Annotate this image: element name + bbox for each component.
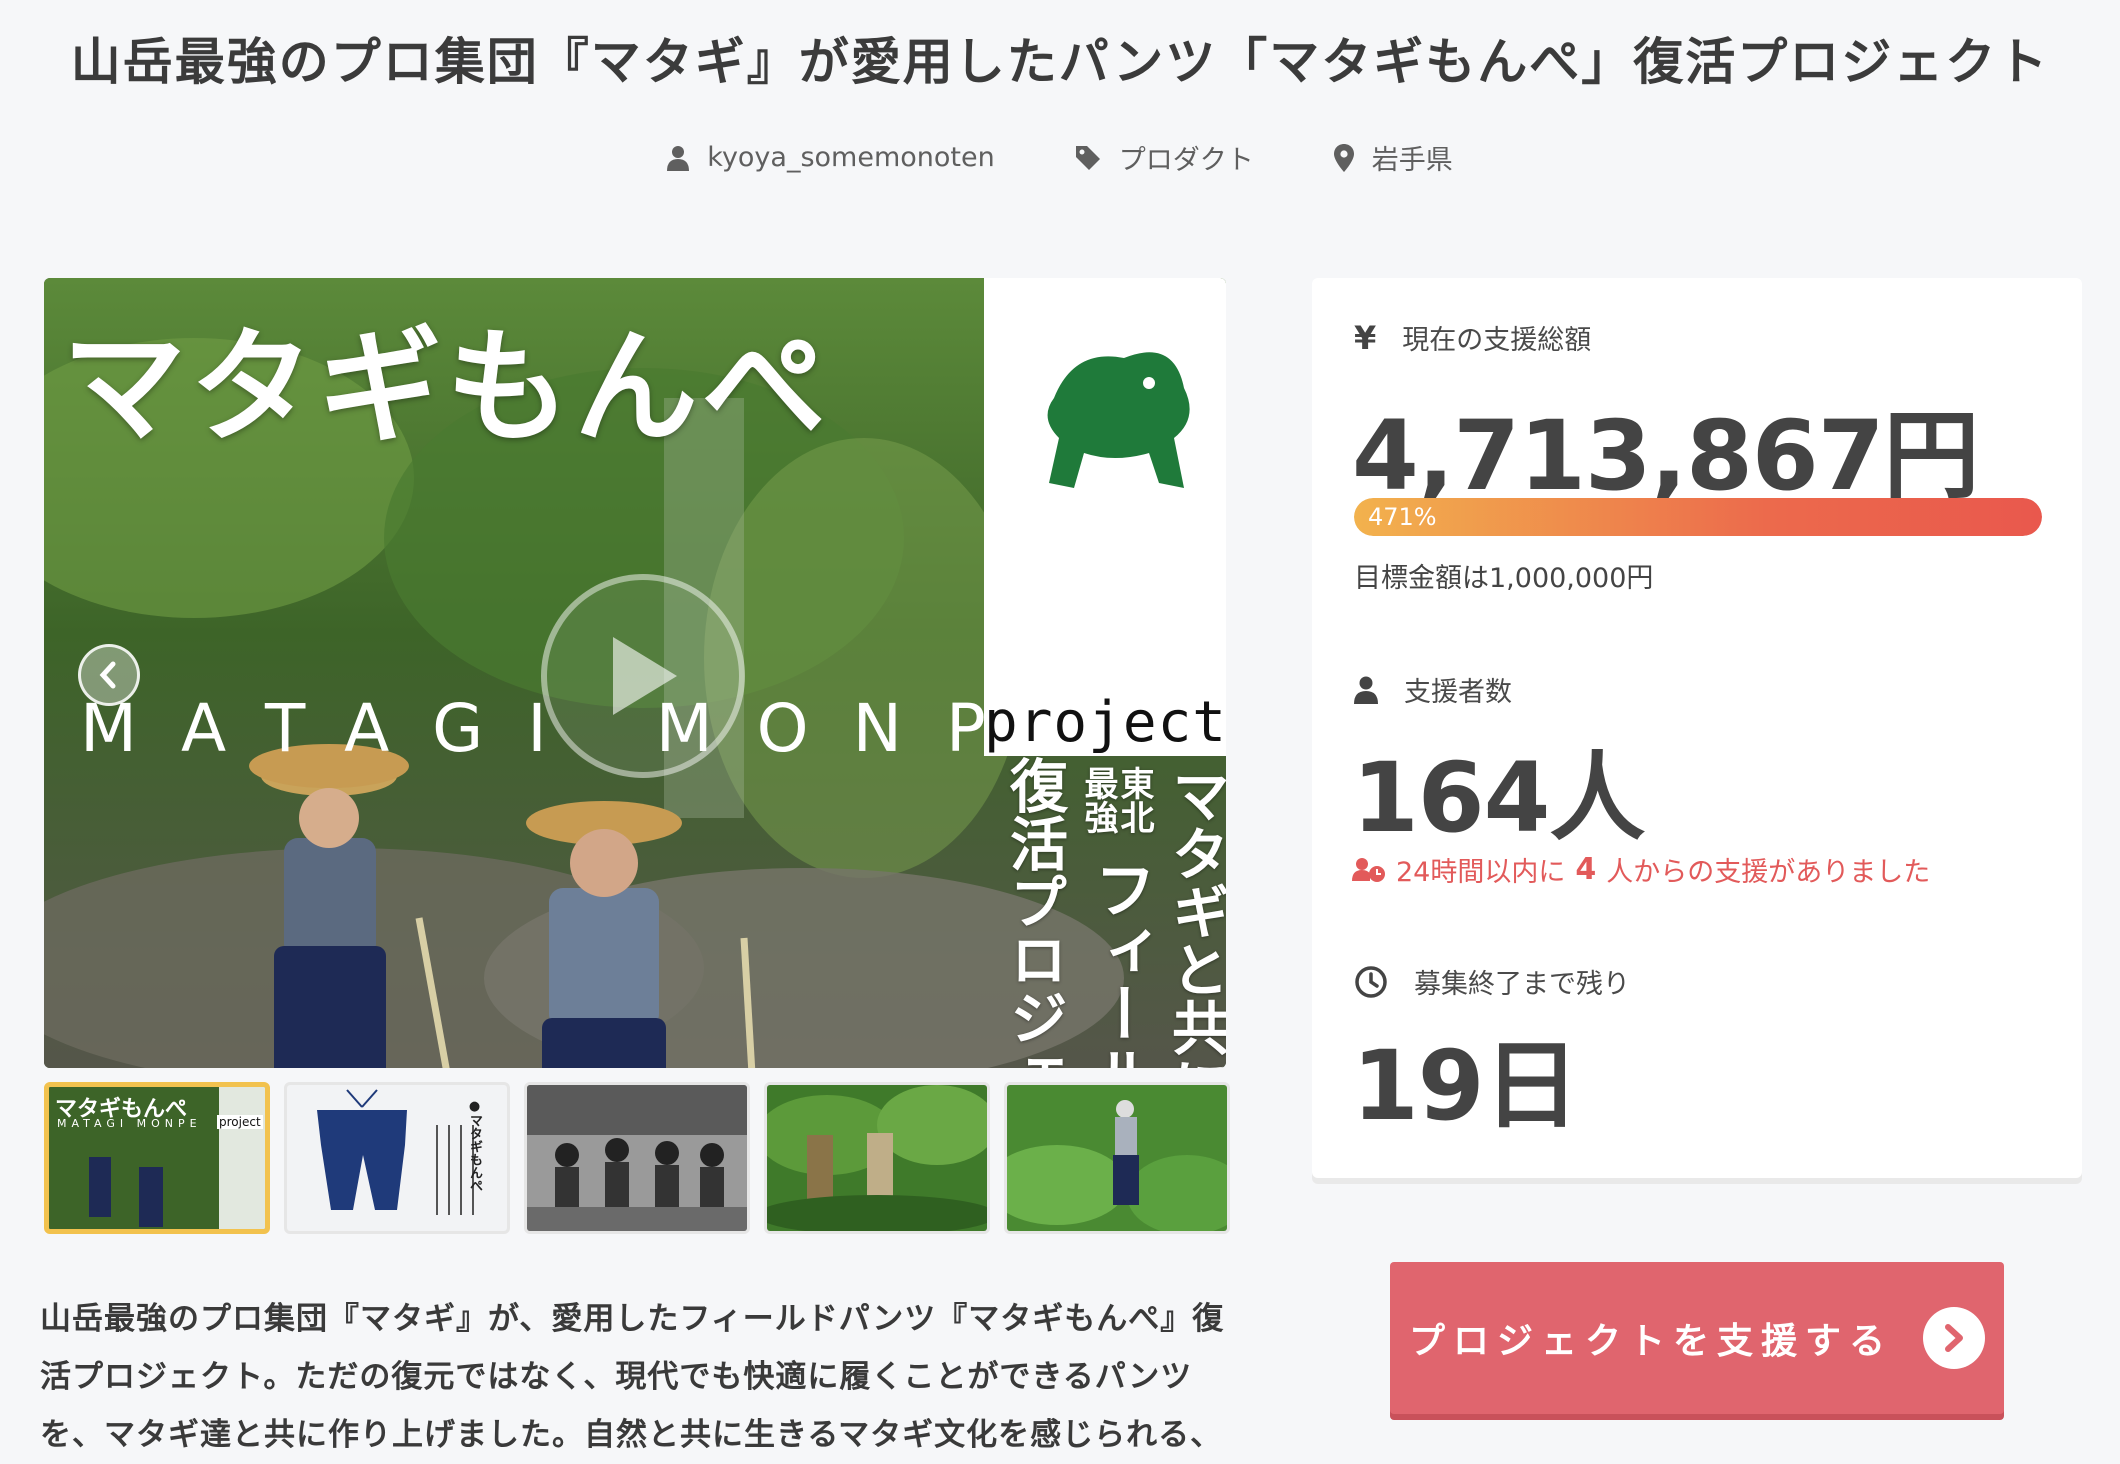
clock-icon — [1355, 965, 1387, 998]
user-clock-icon — [1352, 857, 1385, 882]
hero-vertical-c: 復活プロジェクト — [1000, 756, 1068, 1068]
hero-title: マタギもんぺ — [62, 315, 831, 460]
thumbnail-4-image — [767, 1085, 987, 1231]
support-project-button[interactable]: プロジェクトを支援する — [1390, 1262, 2004, 1414]
project-description: 山岳最強のプロ集団『マタギ』が、愛用したフィールドパンツ『マタギもんぺ』復活プロ… — [40, 1301, 1225, 1453]
remaining-label: 募集終了まで残り — [1414, 969, 1630, 1000]
stats-panel: ¥ 現在の支援総額 4,713,867円 471% 目標金額は1,000,000… — [1312, 278, 2082, 1178]
amount-label-row: ¥ 現在の支援総額 — [1354, 318, 1591, 357]
thumbnail-1-project: project — [217, 1115, 263, 1129]
project-meta: kyoya_somemonoten プロダクト 岩手県 — [0, 138, 2120, 177]
user-icon — [667, 145, 690, 171]
chevron-right-icon — [1158, 661, 1175, 689]
remaining-label-row: 募集終了まで残り — [1354, 962, 1630, 1001]
backers-label-row: 支援者数 — [1354, 670, 1512, 709]
thumbnail-3-image — [527, 1085, 747, 1231]
tiger-logo-icon — [1047, 352, 1190, 488]
prev-slide-button[interactable] — [78, 644, 140, 706]
recent-suffix: 人からの支援がありました — [1606, 857, 1931, 888]
user-icon — [1354, 676, 1378, 704]
play-icon — [613, 637, 677, 715]
next-slide-button[interactable] — [1134, 644, 1196, 706]
hero-vertical-b: フィールドパンツ — [1074, 858, 1164, 1068]
amount-label: 現在の支援総額 — [1402, 325, 1592, 356]
hero-project-word: project — [984, 690, 1226, 756]
progress-bar: 471% — [1354, 498, 2042, 536]
meta-category[interactable]: プロダクト — [1075, 138, 1254, 177]
thumbnail-4[interactable] — [764, 1082, 990, 1234]
hero-vertical-small-1: 東北 — [1114, 766, 1154, 834]
thumbnail-1-latin: MATAGI MONPE — [57, 1117, 202, 1130]
thumbnail-5[interactable] — [1004, 1082, 1230, 1234]
chevron-right-icon — [1945, 1324, 1963, 1352]
support-button-label: プロジェクトを支援する — [1408, 1321, 1893, 1362]
thumbnail-strip: マタギもんぺ MATAGI MONPE project ●マタギもんぺ — [44, 1082, 1230, 1234]
meta-location[interactable]: 岩手県 — [1333, 138, 1453, 177]
thumbnail-1[interactable]: マタギもんぺ MATAGI MONPE project — [44, 1082, 270, 1234]
hero-image[interactable]: マタギもんぺ MATAGI MONPE project 復活プロジェクト 最強 … — [44, 278, 1226, 1068]
remaining-value: 19日 — [1352, 1030, 1580, 1142]
thumbnail-2[interactable]: ●マタギもんぺ — [284, 1082, 510, 1234]
goal-amount: 目標金額は1,000,000円 — [1354, 563, 1654, 594]
progress-bar-fill: 471% — [1354, 498, 2042, 536]
amount-value: 4,713,867円 — [1352, 400, 1980, 512]
yen-icon: ¥ — [1354, 318, 1377, 357]
hero-vertical-a: マタギと共に作る — [1162, 766, 1226, 1068]
thumbnail-3[interactable] — [524, 1082, 750, 1234]
chevron-left-icon — [99, 661, 116, 689]
backers-value: 164人 — [1352, 742, 1645, 854]
backers-label: 支援者数 — [1404, 677, 1512, 708]
location-name: 岩手県 — [1371, 145, 1453, 176]
tag-icon — [1075, 145, 1100, 170]
progress-text: 471% — [1368, 503, 1437, 531]
support-arrow-circle — [1923, 1307, 1985, 1369]
author-name: kyoya_somemonoten — [707, 142, 995, 173]
thumbnail-2-heading: ●マタギもんぺ — [467, 1099, 482, 1192]
recent-support-notice: 24時間以内に 4 人からの支援がありました — [1352, 850, 1930, 889]
recent-count: 4 — [1575, 852, 1597, 887]
category-name: プロダクト — [1118, 145, 1254, 176]
page-title: 山岳最強のプロ集団『マタギ』が愛用したパンツ「マタギもんぺ」復活プロジェクト — [70, 33, 2050, 91]
thumbnail-5-image — [1007, 1085, 1227, 1231]
map-pin-icon — [1333, 143, 1354, 172]
tiger-logo-box — [984, 278, 1226, 690]
play-video-button[interactable] — [541, 574, 745, 778]
recent-prefix: 24時間以内に — [1396, 857, 1566, 888]
meta-author[interactable]: kyoya_somemonoten — [667, 138, 995, 177]
